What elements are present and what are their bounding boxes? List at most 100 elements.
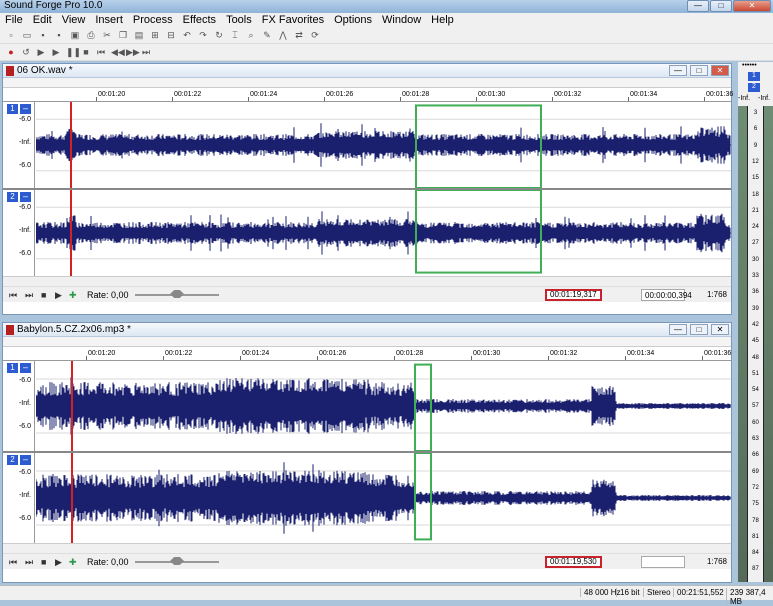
play-icon[interactable]: ▶ bbox=[55, 290, 62, 301]
channel-number[interactable]: 2 bbox=[7, 455, 18, 465]
loop-icon[interactable]: ↺ bbox=[21, 47, 31, 57]
save-as-icon[interactable]: ▪ bbox=[54, 30, 64, 40]
ruler-tick-label: 00:01:28 bbox=[396, 350, 424, 357]
rate-slider-thumb[interactable] bbox=[170, 290, 184, 298]
maximize-button[interactable]: □ bbox=[690, 65, 708, 76]
go-to-end-icon[interactable]: ⏭ bbox=[141, 47, 151, 57]
waveform[interactable] bbox=[36, 102, 731, 188]
stop-icon[interactable]: ■ bbox=[41, 557, 46, 567]
rewind-icon[interactable]: ◀◀ bbox=[111, 47, 125, 57]
maximize-button[interactable]: □ bbox=[710, 0, 732, 12]
channel-minimize-button[interactable]: – bbox=[20, 192, 31, 202]
stop-icon[interactable]: ■ bbox=[81, 47, 91, 57]
channel-number[interactable]: 1 bbox=[7, 363, 18, 373]
minimize-button[interactable]: — bbox=[687, 0, 709, 12]
sample-rate[interactable]: 48 000 Hz bbox=[580, 588, 620, 597]
bit-depth[interactable]: 16 bit bbox=[616, 588, 640, 597]
minimize-button[interactable]: — bbox=[669, 324, 687, 335]
play-plus-icon[interactable]: ✚ bbox=[69, 557, 77, 568]
waveform[interactable] bbox=[36, 190, 731, 276]
menu-help[interactable]: Help bbox=[426, 13, 459, 27]
waveform[interactable] bbox=[36, 361, 731, 451]
copy-icon[interactable]: ❐ bbox=[118, 30, 128, 40]
channel-2[interactable]: 2 – -6.0 -Inf. -6.0 bbox=[3, 453, 731, 543]
meter-scale-label: 57 bbox=[752, 403, 759, 410]
new-icon[interactable]: ▫ bbox=[6, 30, 16, 40]
repeat-icon[interactable]: ↻ bbox=[214, 30, 224, 40]
channel-minimize-button[interactable]: – bbox=[20, 455, 31, 465]
print-icon[interactable]: ⎙ bbox=[86, 30, 96, 40]
channel-1[interactable]: 1 – -6.0 -Inf. -6.0 bbox=[3, 102, 731, 188]
menu-options[interactable]: Options bbox=[329, 13, 377, 27]
rate-slider-thumb[interactable] bbox=[170, 557, 184, 565]
go-to-end-icon[interactable]: ⏭ bbox=[25, 557, 33, 568]
redo-icon[interactable]: ↷ bbox=[198, 30, 208, 40]
pause-icon[interactable]: ❚❚ bbox=[66, 47, 81, 57]
meter-scale-label: 45 bbox=[752, 338, 759, 345]
time-ruler[interactable]: 00:01:20 00:01:22 00:01:24 00:01:26 00:01:28… bbox=[3, 347, 731, 361]
go-to-start-icon[interactable]: ⏮ bbox=[9, 290, 17, 301]
time-ruler[interactable]: 00:01:20 00:01:22 00:01:24 00:01:26 00:01:28… bbox=[3, 88, 733, 102]
pencil-tool-icon[interactable]: ✎ bbox=[262, 30, 272, 40]
mix-icon[interactable]: ⊞ bbox=[150, 30, 160, 40]
overview-bar[interactable] bbox=[3, 78, 731, 88]
magnify-tool-icon[interactable]: ⌕ bbox=[246, 30, 256, 40]
menu-insert[interactable]: Insert bbox=[90, 13, 128, 27]
menu-view[interactable]: View bbox=[57, 13, 91, 27]
play-all-icon[interactable]: ▶ bbox=[36, 47, 46, 57]
maximize-button[interactable]: □ bbox=[690, 324, 708, 335]
overview-bar[interactable] bbox=[3, 337, 731, 347]
ruler-tick-label: 00:01:34 bbox=[627, 350, 655, 357]
channel-2[interactable]: 2 – -6.0 -Inf. -6.0 bbox=[3, 190, 731, 276]
fast-forward-icon[interactable]: ▶▶ bbox=[126, 47, 140, 57]
channel-number[interactable]: 1 bbox=[7, 104, 18, 114]
open-icon[interactable]: ▭ bbox=[22, 30, 32, 40]
menu-window[interactable]: Window bbox=[377, 13, 426, 27]
zoom-ratio[interactable]: 1:768 bbox=[707, 557, 727, 566]
ruler-tick-label: 00:01:34 bbox=[630, 91, 658, 98]
play-icon[interactable]: ▶ bbox=[55, 557, 62, 568]
horizontal-scrollbar[interactable] bbox=[3, 276, 731, 286]
menu-edit[interactable]: Edit bbox=[28, 13, 57, 27]
event-tool-icon[interactable]: ⇄ bbox=[294, 30, 304, 40]
stop-icon[interactable]: ■ bbox=[41, 290, 46, 300]
menu-process[interactable]: Process bbox=[128, 13, 178, 27]
go-to-start-icon[interactable]: ⏮ bbox=[9, 557, 17, 568]
horizontal-scrollbar[interactable] bbox=[3, 543, 731, 553]
meter-scale-label: 60 bbox=[752, 419, 759, 426]
channel-1[interactable]: 1 – -6.0 -Inf. -6.0 bbox=[3, 361, 731, 451]
undo-icon[interactable]: ↶ bbox=[182, 30, 192, 40]
close-button[interactable]: ✕ bbox=[711, 324, 729, 335]
trim-icon[interactable]: ⊟ bbox=[166, 30, 176, 40]
channel-minimize-button[interactable]: – bbox=[20, 104, 31, 114]
edit-tool-icon[interactable]: ⌶ bbox=[230, 30, 240, 40]
waveform[interactable] bbox=[36, 453, 731, 543]
record-icon[interactable]: ● bbox=[6, 47, 16, 57]
close-button[interactable]: ✕ bbox=[711, 65, 729, 76]
go-to-start-icon[interactable]: ⏮ bbox=[96, 47, 106, 57]
channel-number[interactable]: 2 bbox=[7, 192, 18, 202]
play-icon[interactable]: ▶ bbox=[51, 47, 61, 57]
play-plus-icon[interactable]: ✚ bbox=[69, 290, 77, 301]
ruler-tick bbox=[628, 97, 629, 101]
channel-mode[interactable]: Stereo bbox=[643, 588, 671, 597]
menu-effects[interactable]: Effects bbox=[178, 13, 221, 27]
go-to-end-icon[interactable]: ⏭ bbox=[25, 290, 33, 301]
envelope-tool-icon[interactable]: ⋀ bbox=[278, 30, 288, 40]
render-icon[interactable]: ▣ bbox=[70, 30, 80, 40]
scrub-icon[interactable]: ⟳ bbox=[310, 30, 320, 40]
rate-label: Rate: 0,00 bbox=[87, 290, 129, 300]
menu-tools[interactable]: Tools bbox=[221, 13, 257, 27]
minimize-button[interactable]: — bbox=[669, 65, 687, 76]
selection-length: 00:00:00,394 bbox=[641, 289, 692, 301]
close-button[interactable]: ✕ bbox=[733, 0, 771, 12]
save-icon[interactable]: ▪ bbox=[38, 30, 48, 40]
menu-file[interactable]: File bbox=[0, 13, 28, 27]
level-scale: 1 – -6.0 -Inf. -6.0 bbox=[3, 361, 35, 451]
channel-minimize-button[interactable]: – bbox=[20, 363, 31, 373]
paste-icon[interactable]: ▤ bbox=[134, 30, 144, 40]
zoom-ratio[interactable]: 1:768 bbox=[707, 290, 727, 299]
menu-fx-favorites[interactable]: FX Favorites bbox=[257, 13, 329, 27]
meter-options[interactable]: •••••• bbox=[742, 62, 757, 69]
cut-icon[interactable]: ✂ bbox=[102, 30, 112, 40]
